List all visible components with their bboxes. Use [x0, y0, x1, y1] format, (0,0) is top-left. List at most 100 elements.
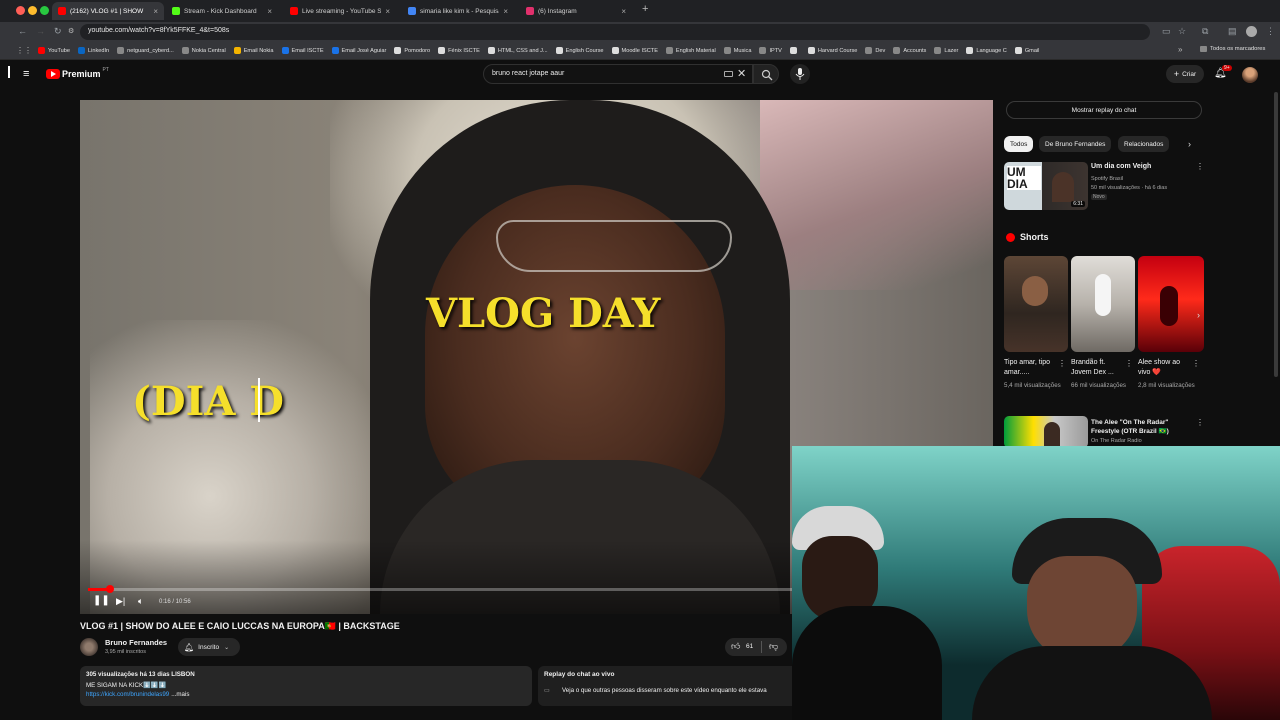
bookmark-item[interactable]: English Material [665, 47, 716, 54]
bookmark-star-icon[interactable]: ☆ [1178, 26, 1186, 37]
search-button[interactable] [753, 64, 779, 84]
tab-close-icon[interactable]: × [621, 7, 626, 16]
tab-close-icon[interactable]: × [385, 7, 390, 16]
bookmark-item[interactable]: LinkedIn [77, 47, 109, 54]
close-window-icon[interactable] [16, 6, 25, 15]
tab-close-icon[interactable]: × [153, 7, 158, 16]
clear-search-icon[interactable]: ✕ [737, 67, 746, 80]
bookmark-item[interactable]: Email José Aguiar [331, 47, 386, 54]
short-more-icon[interactable]: ⋮ [1192, 359, 1200, 368]
cast-icon[interactable]: ▭ [1162, 26, 1171, 37]
sidepanel-icon[interactable]: ▤ [1228, 26, 1237, 37]
bookmark-item[interactable]: Language C [966, 47, 1007, 54]
bookmark-item[interactable]: Pomodoro [394, 47, 430, 54]
short-thumbnail[interactable] [1138, 256, 1204, 352]
keyboard-icon[interactable] [724, 71, 733, 77]
description-link[interactable]: https://kick.com/brunindelas99 [86, 691, 169, 698]
voice-search-button[interactable] [790, 64, 810, 84]
short-title[interactable]: Brandão ft. Jovem Dex ... [1071, 358, 1125, 378]
tab-close-icon[interactable]: × [503, 7, 508, 16]
menu-icon[interactable]: ≡ [23, 68, 29, 80]
back-icon[interactable]: ← [18, 26, 27, 36]
bookmark-item[interactable]: Accounts [893, 47, 926, 54]
short-more-icon[interactable]: ⋮ [1058, 359, 1066, 368]
bookmark-item[interactable]: English Course [555, 47, 604, 54]
bookmark-item[interactable]: Nokia Central [181, 47, 226, 54]
like-count: 61 [746, 643, 754, 650]
short-title[interactable]: Alee show ao vivo ❤️ [1138, 358, 1192, 378]
channel-avatar[interactable] [80, 638, 98, 656]
account-avatar[interactable] [1242, 67, 1258, 83]
folder-icon [1200, 46, 1207, 52]
short-title[interactable]: Tipo amar, tipo amar..... [1004, 358, 1058, 378]
browser-tab[interactable]: simaria like kim k - Pesquisa × [402, 2, 514, 20]
browser-tab[interactable]: Live streaming - YouTube St × [284, 2, 396, 20]
reload-icon[interactable]: ↻ [54, 26, 62, 37]
new-tab-icon[interactable]: + [642, 3, 648, 15]
bookmark-item[interactable]: HTML, CSS and J... [487, 47, 548, 54]
chip-from-channel[interactable]: De Bruno Fernandes [1039, 136, 1112, 152]
bookmark-item[interactable]: IPTV [759, 47, 782, 54]
next-icon[interactable]: ▶︎| [116, 596, 125, 607]
youtube-logo[interactable]: Premium PT [46, 67, 109, 79]
dislike-icon[interactable]: 👎︎ [769, 641, 778, 652]
bookmark-label: Nokia Central [191, 47, 226, 54]
short-thumb-person [1160, 286, 1178, 326]
bookmark-item[interactable]: Dev [865, 47, 885, 54]
bookmark-item[interactable]: YouTube [38, 47, 70, 54]
browser-tab[interactable]: Stream - Kick Dashboard × [166, 2, 278, 20]
description-more[interactable]: ...mais [171, 691, 189, 698]
rec2-more-icon[interactable]: ⋮ [1196, 418, 1204, 427]
subscribed-button[interactable]: 🔔︎ Inscrito ⌄ [178, 638, 240, 656]
bookmark-item[interactable]: Email Nokia [233, 47, 274, 54]
description-box[interactable]: 305 visualizações há 13 dias LISBON ME S… [80, 666, 532, 706]
chat-replay-box[interactable]: Replay do chat ao vivo ▭ Veja o que outr… [538, 666, 798, 706]
rec-thumbnail[interactable]: UM DIA 6:31 [1004, 162, 1088, 210]
maximize-window-icon[interactable] [40, 6, 49, 15]
browser-tab[interactable]: (2162) VLOG #1 | SHOW × [52, 2, 164, 20]
show-chat-replay-button[interactable]: Mostrar replay do chat [1006, 101, 1202, 119]
chip-all[interactable]: Todos [1004, 136, 1034, 152]
tab-close-icon[interactable]: × [267, 7, 272, 16]
browser-tab[interactable]: (6) Instagram × [520, 2, 632, 20]
volume-icon[interactable]: 🔈︎ [138, 596, 143, 607]
search-input[interactable]: bruno react jotape aaur ✕ [483, 64, 753, 84]
bookmark-item[interactable]: Gmail [1014, 47, 1039, 54]
bookmark-item[interactable]: Fénix ISCTE [438, 47, 480, 54]
shorts-next-icon[interactable]: › [1197, 310, 1200, 320]
bookmark-item[interactable]: Email ISCTE [281, 47, 324, 54]
video-title: VLOG #1 | SHOW DO ALEE E CAIO LUCCAS NA … [80, 621, 400, 631]
rec-title[interactable]: Um dia com Veigh [1091, 163, 1191, 170]
chrome-menu-icon[interactable]: ⋮ [1266, 26, 1275, 37]
create-button[interactable]: + Criar [1166, 65, 1204, 83]
more-bookmarks-icon[interactable]: » [1178, 45, 1182, 54]
rec2-title[interactable]: The Alee "On The Radar" Freestyle (OTR B… [1091, 418, 1191, 436]
bookmark-item[interactable]: Lazer [934, 47, 958, 54]
page-scrollbar[interactable] [1274, 92, 1278, 377]
channel-name[interactable]: Bruno Fernandes [105, 638, 167, 647]
url-field[interactable]: ⚙ youtube.com/watch?v=8fYk5FFKE_4&t=508s [68, 24, 1150, 40]
minimize-window-icon[interactable] [28, 6, 37, 15]
like-icon[interactable]: 👍︎ [731, 641, 740, 652]
bookmark-item[interactable] [789, 47, 800, 54]
rec-more-icon[interactable]: ⋮ [1196, 162, 1204, 171]
short-more-icon[interactable]: ⋮ [1125, 359, 1133, 368]
short-thumbnail[interactable] [1004, 256, 1068, 352]
bookmark-item[interactable]: Moodle ISCTE [611, 47, 658, 54]
short-thumbnail[interactable] [1071, 256, 1135, 352]
chips-next-icon[interactable]: › [1188, 139, 1191, 149]
chip-related[interactable]: Relacionados [1118, 136, 1170, 152]
rec2-thumbnail[interactable] [1004, 416, 1088, 448]
profile-avatar[interactable] [1246, 26, 1257, 37]
extensions-icon[interactable]: ⧉ [1202, 26, 1208, 37]
bookmark-item[interactable]: netguard_cyberd... [117, 47, 174, 54]
all-bookmarks[interactable]: Todos os marcadores [1200, 46, 1265, 52]
chip-all-label: Todos [1010, 140, 1028, 148]
apps-icon[interactable]: ⋮⋮ [16, 46, 32, 55]
site-info-icon[interactable]: ⚙ [68, 27, 74, 35]
forward-icon[interactable]: → [36, 26, 45, 36]
bookmark-favicon-icon [934, 47, 942, 54]
bookmark-item[interactable]: Harvard Course [807, 47, 857, 54]
bookmark-item[interactable]: Musica [723, 47, 751, 54]
pause-icon[interactable]: ❚❚ [93, 595, 110, 606]
